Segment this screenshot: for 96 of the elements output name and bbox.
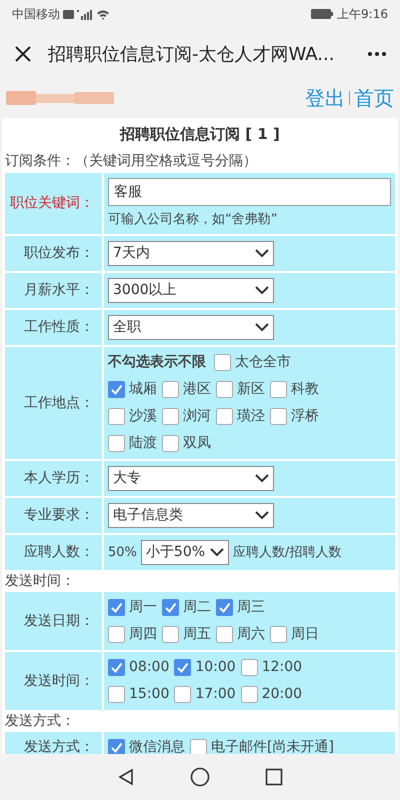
checkbox[interactable] xyxy=(162,435,179,452)
checkbox-label: 陆渡 xyxy=(129,434,157,453)
checkbox-label: 电子邮件[尚未开通] xyxy=(211,738,334,754)
section-heading: 发送时间： xyxy=(4,572,76,590)
checkbox-label: 港区 xyxy=(183,380,211,399)
checkbox-label: 城厢 xyxy=(129,380,157,399)
checkbox[interactable] xyxy=(108,435,125,452)
checkbox[interactable] xyxy=(240,686,258,703)
percent-text: 50% xyxy=(108,544,137,562)
checkbox-label: 周五 xyxy=(183,625,211,644)
checkbox[interactable] xyxy=(108,739,125,754)
checkbox[interactable] xyxy=(108,686,125,703)
chevron-icon xyxy=(255,249,269,258)
field-label: 发送方式： xyxy=(24,738,94,754)
checkbox[interactable] xyxy=(174,659,192,676)
checkbox-label: 太仓全市 xyxy=(235,353,291,372)
field-label: 发送时间： xyxy=(24,672,94,690)
chevron-icon xyxy=(255,286,269,295)
home-icon[interactable] xyxy=(190,767,210,787)
section-heading: 发送方式： xyxy=(4,712,76,730)
hint-text: 不勾选表示不限 xyxy=(108,353,206,372)
checkbox-label: 浮桥 xyxy=(291,407,319,426)
field-label: 应聘人数： xyxy=(24,543,94,562)
checkbox-label: 周一 xyxy=(129,598,157,617)
checkbox[interactable] xyxy=(216,408,233,425)
checkbox-label: 科教 xyxy=(291,380,319,399)
text-input[interactable]: 客服 xyxy=(108,178,391,206)
checkbox[interactable] xyxy=(108,381,125,398)
checkbox[interactable] xyxy=(162,408,179,425)
hd-icon xyxy=(63,10,74,18)
section-heading: 订阅条件：（关键词用空格或逗号分隔） xyxy=(4,152,258,171)
chevron-icon xyxy=(255,511,269,520)
field-label: 本人学历： xyxy=(24,469,94,488)
field-label: 职位关键词： xyxy=(10,194,94,213)
battery-icon xyxy=(311,9,334,19)
field-label: 月薪水平： xyxy=(24,281,94,300)
checkbox[interactable] xyxy=(270,408,287,425)
recent-apps-icon[interactable] xyxy=(264,768,283,786)
checkbox-label: 新区 xyxy=(237,380,265,399)
checkbox-label: 周六 xyxy=(237,625,265,644)
checkbox-label: 12:00 xyxy=(262,658,302,677)
field-label: 专业要求： xyxy=(24,506,94,525)
checkbox-label: 周日 xyxy=(291,625,319,644)
carrier-name: 中国移动 xyxy=(12,6,60,23)
field-label: 职位发布： xyxy=(24,244,94,263)
checkbox[interactable] xyxy=(162,381,179,398)
checkbox[interactable] xyxy=(108,408,125,425)
checkbox[interactable] xyxy=(108,626,125,643)
checkbox[interactable] xyxy=(270,626,287,643)
checkbox[interactable] xyxy=(162,626,179,643)
checkbox-label: 微信消息 xyxy=(129,738,185,754)
checkbox[interactable] xyxy=(174,686,192,703)
checkbox-label: 08:00 xyxy=(129,658,170,677)
field-label: 发送日期： xyxy=(24,612,94,630)
checkbox-label: 10:00 xyxy=(195,658,236,677)
checkbox[interactable] xyxy=(270,381,287,398)
checkbox[interactable] xyxy=(214,354,231,371)
ratio-caption: 应聘人数/招聘人数 xyxy=(232,544,342,562)
checkbox[interactable] xyxy=(108,659,125,676)
wifi-icon xyxy=(96,8,110,20)
dropdown[interactable]: 全职 xyxy=(108,315,274,340)
chevron-icon xyxy=(210,548,224,557)
dropdown[interactable]: 3000以上 xyxy=(108,278,274,303)
checkbox-label: 浏河 xyxy=(183,407,211,426)
checkbox[interactable] xyxy=(190,739,207,754)
checkbox-label: 双凤 xyxy=(183,434,211,453)
dropdown[interactable]: 大专 xyxy=(108,466,274,491)
checkbox-label: 周四 xyxy=(129,625,157,644)
field-label: 工作地点： xyxy=(24,394,94,412)
more-icon[interactable] xyxy=(368,52,386,56)
dropdown[interactable]: 小于50% xyxy=(140,540,229,565)
signal-icon xyxy=(77,8,93,20)
back-icon[interactable] xyxy=(117,768,136,786)
dropdown[interactable]: 7天内 xyxy=(108,241,274,266)
checkbox[interactable] xyxy=(216,626,233,643)
checkbox[interactable] xyxy=(216,381,233,398)
checkbox-label: 15:00 xyxy=(129,685,170,704)
close-icon[interactable] xyxy=(14,45,32,63)
field-label: 工作性质： xyxy=(24,318,94,337)
form-title: 招聘职位信息订阅 [ 1 ] xyxy=(118,124,281,145)
checkbox-label: 璜泾 xyxy=(237,407,265,426)
checkbox-label: 17:00 xyxy=(195,685,236,704)
page-title: 招聘职位信息订阅-太仓人才网WA... xyxy=(48,42,334,66)
checkbox-label: 周二 xyxy=(183,598,211,617)
checkbox[interactable] xyxy=(108,599,125,616)
checkbox[interactable] xyxy=(216,599,233,616)
checkbox[interactable] xyxy=(240,659,258,676)
dropdown[interactable]: 电子信息类 xyxy=(108,503,274,528)
checkbox-label: 周三 xyxy=(237,598,265,617)
clock-time: 上午9:16 xyxy=(337,6,388,23)
checkbox-label: 沙溪 xyxy=(129,407,157,426)
hint-text: 可输入公司名称，如“舍弗勒” xyxy=(108,210,278,228)
checkbox-label: 20:00 xyxy=(262,685,302,704)
checkbox[interactable] xyxy=(162,599,179,616)
chevron-icon xyxy=(255,474,269,483)
chevron-icon xyxy=(255,323,269,332)
